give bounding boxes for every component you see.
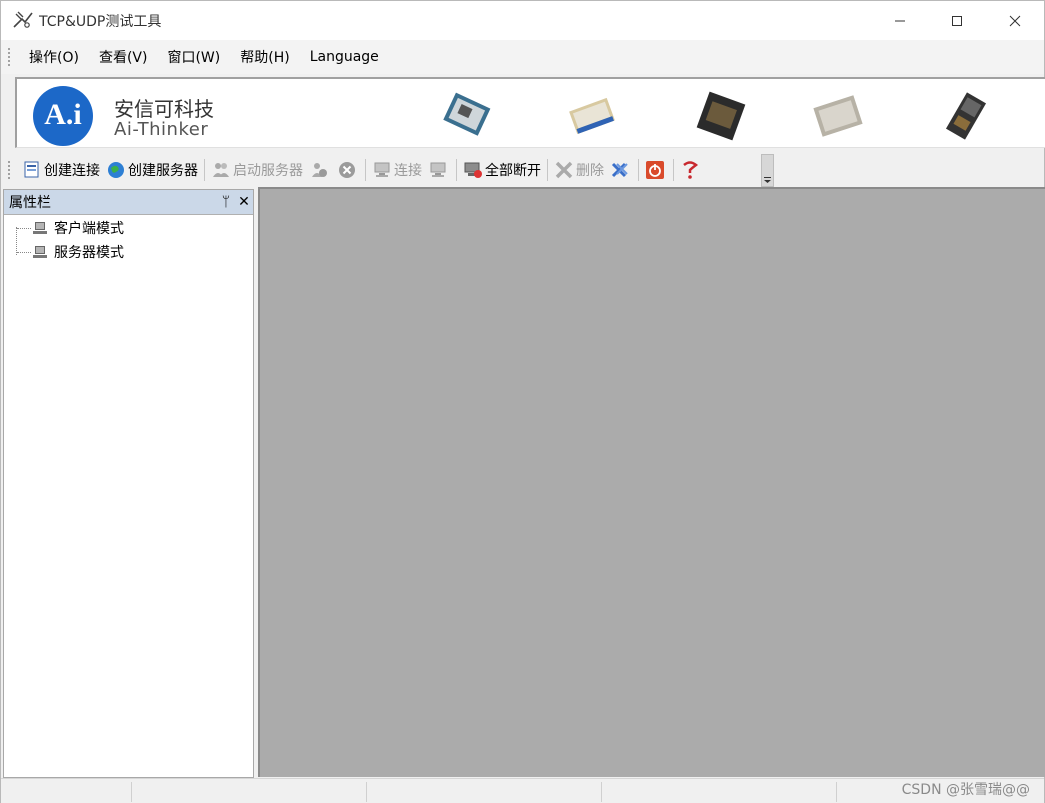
delete-label: 删除	[576, 163, 604, 179]
toolbar-separator	[456, 159, 457, 181]
wifi-module-image-3	[696, 91, 746, 141]
delete-icon	[555, 161, 573, 179]
status-bar: CSDN @张雪瑞@@	[1, 778, 1044, 803]
maximize-icon	[952, 15, 962, 26]
app-logo-icon	[13, 11, 33, 28]
power-button[interactable]	[642, 157, 670, 183]
brand-name-cn: 安信可科技	[114, 97, 214, 121]
mdi-workspace[interactable]	[258, 187, 1045, 777]
logo-text: A.i	[44, 98, 82, 131]
people-stop-icon	[312, 163, 327, 177]
computer-icon	[33, 222, 47, 234]
wifi-module-image-5	[945, 92, 987, 140]
create-connection-button[interactable]: 创建连接	[19, 157, 103, 183]
status-pane	[836, 782, 837, 802]
window-title: TCP&UDP测试工具	[39, 14, 162, 30]
network-disconnect-icon	[430, 162, 446, 177]
help-icon	[683, 161, 699, 179]
toolbar-overflow-button[interactable]	[761, 154, 774, 187]
menu-bar: 操作(O) 查看(V) 窗口(W) 帮助(H) Language	[1, 40, 1044, 74]
title-bar[interactable]: TCP&UDP测试工具	[1, 1, 1044, 40]
status-pane	[131, 782, 132, 802]
disconnect-button[interactable]	[425, 157, 453, 183]
status-pane	[366, 782, 367, 802]
tree-item-client-mode[interactable]: 客户端模式	[4, 216, 253, 240]
create-server-label: 创建服务器	[128, 163, 198, 179]
minimize-icon	[895, 20, 905, 21]
property-panel-header: 属性栏 ᛘ ✕	[4, 190, 253, 215]
tree-item-label: 客户端模式	[54, 221, 124, 237]
toolbar-separator	[204, 159, 205, 181]
stop-server-button[interactable]	[306, 157, 334, 183]
wifi-module-image-1	[443, 92, 491, 136]
close-button[interactable]	[986, 1, 1044, 40]
tree-branch-line	[17, 252, 31, 253]
delete-all-button[interactable]	[607, 157, 635, 183]
menubar-grip[interactable]	[7, 47, 11, 67]
start-server-button[interactable]: 启动服务器	[208, 157, 306, 183]
menu-window[interactable]: 窗口(W)	[157, 47, 230, 67]
globe-server-icon	[108, 162, 124, 178]
menu-help[interactable]: 帮助(H)	[230, 47, 299, 67]
tree-item-server-mode[interactable]: 服务器模式	[4, 240, 253, 264]
start-server-label: 启动服务器	[233, 163, 303, 179]
computer-icon	[33, 246, 47, 258]
network-connect-icon	[374, 162, 390, 177]
cancel-button[interactable]	[334, 157, 362, 183]
connect-button[interactable]: 连接	[369, 157, 425, 183]
about-button[interactable]	[677, 157, 705, 183]
people-icon	[213, 163, 229, 177]
create-connection-label: 创建连接	[44, 163, 100, 179]
disconnect-all-button[interactable]: 全部断开	[460, 157, 544, 183]
pin-button[interactable]: ᛘ	[217, 194, 235, 210]
tree-item-label: 服务器模式	[54, 245, 124, 261]
chevron-down-icon	[764, 177, 771, 183]
toolbar-separator	[547, 159, 548, 181]
brand-banner: A.i 安信可科技 Ai-Thinker	[15, 77, 1045, 148]
network-disconnect-all-icon	[464, 162, 482, 178]
delete-button[interactable]: 删除	[551, 157, 607, 183]
property-panel: 属性栏 ᛘ ✕ 客户端模式 服务器模式	[3, 189, 254, 778]
main-toolbar: 创建连接 创建服务器 启动服务器 连接 全部断开 删除	[1, 154, 774, 186]
power-icon	[646, 161, 664, 179]
new-connection-icon	[24, 161, 39, 178]
panel-title: 属性栏	[9, 195, 51, 211]
panel-close-button[interactable]: ✕	[235, 194, 253, 210]
delete-all-icon	[611, 162, 628, 178]
menu-operate[interactable]: 操作(O)	[19, 47, 89, 67]
minimize-button[interactable]	[871, 1, 929, 40]
app-window: TCP&UDP测试工具 操作(O) 查看(V) 窗口(W) 帮助(H) Lang…	[0, 0, 1045, 803]
toolbar-grip[interactable]	[7, 160, 11, 180]
status-pane	[601, 782, 602, 802]
tree-branch-line	[17, 228, 31, 229]
watermark-text: CSDN @张雪瑞@@	[901, 782, 1030, 798]
menu-language[interactable]: Language	[300, 49, 389, 65]
close-circle-icon	[339, 162, 355, 178]
mode-tree: 客户端模式 服务器模式	[4, 216, 253, 264]
toolbar-separator	[638, 159, 639, 181]
menu-view[interactable]: 查看(V)	[89, 47, 158, 67]
disconnect-all-label: 全部断开	[485, 163, 541, 179]
create-server-button[interactable]: 创建服务器	[103, 157, 201, 183]
connect-label: 连接	[394, 163, 422, 179]
ai-thinker-logo: A.i	[33, 86, 93, 146]
close-icon	[1009, 15, 1021, 26]
brand-name-en: Ai-Thinker	[114, 119, 209, 140]
wifi-module-image-4	[813, 95, 863, 137]
toolbar-separator	[673, 159, 674, 181]
toolbar-separator	[365, 159, 366, 181]
wifi-module-image-2	[569, 97, 615, 135]
maximize-button[interactable]	[928, 1, 986, 40]
